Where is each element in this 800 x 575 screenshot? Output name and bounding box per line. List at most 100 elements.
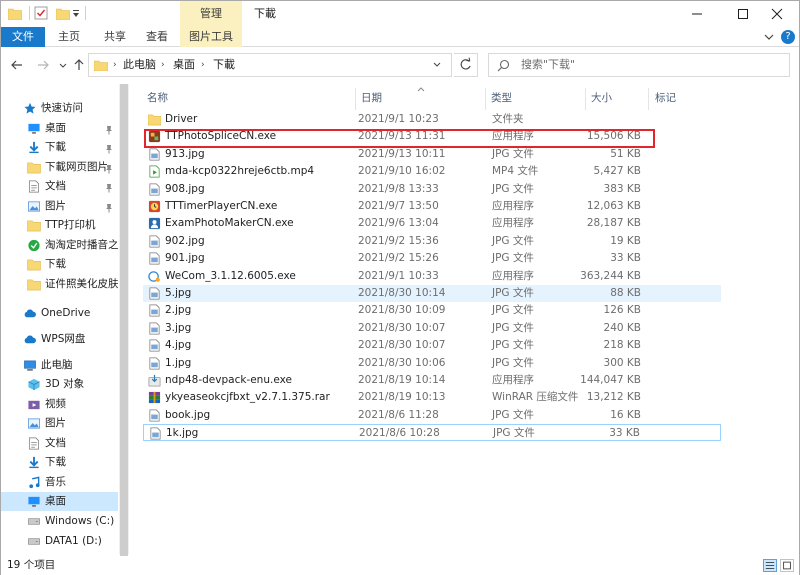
file-row[interactable]: 2.jpg 2021/8/30 10:09 JPG 文件 126 KB (143, 302, 721, 319)
sidebar-item[interactable]: 快速访问 (1, 99, 118, 118)
file-row[interactable]: ykyeaseokcjfbxt_v2.7.1.375.rar 2021/8/19 … (143, 389, 721, 406)
sidebar-item[interactable]: 下載 (1, 138, 118, 157)
breadcrumb-downloads[interactable]: 下載 (213, 54, 235, 76)
sidebar-item[interactable]: 图片 (1, 414, 118, 433)
file-row[interactable]: 1k.jpg 2021/8/6 10:28 JPG 文件 33 KB (143, 424, 721, 442)
sidebar-item[interactable]: 音乐 (1, 473, 118, 492)
tab-file[interactable]: 文件 (1, 27, 45, 47)
minimize-button[interactable] (675, 1, 719, 27)
file-row[interactable]: Driver 2021/9/1 10:23 文件夹 (143, 111, 721, 128)
sidebar-item[interactable]: 视频 (1, 395, 118, 414)
sidebar-item[interactable]: TTP打印机 (1, 216, 118, 235)
jpg-file-icon (148, 339, 161, 352)
file-row[interactable]: mda-kcp0322hreje6ctb.mp4 2021/9/10 16:02 M… (143, 163, 721, 180)
sidebar-item[interactable]: 桌面 (1, 492, 118, 511)
file-size: 363,244 KB (580, 269, 641, 282)
file-row[interactable]: 908.jpg 2021/9/8 13:33 JPG 文件 383 KB (143, 181, 721, 198)
sidebar-item[interactable]: WPS网盘 (1, 330, 118, 349)
address-bar[interactable]: › 此电脑 › 桌面 › 下載 (88, 53, 452, 77)
column-divider[interactable] (585, 88, 586, 110)
column-header-date[interactable]: 日期 (361, 86, 382, 110)
breadcrumb-this-pc[interactable]: 此电脑 (123, 54, 156, 76)
sidebar-item[interactable]: 下载 (1, 255, 118, 274)
file-list-scrollbar[interactable] (783, 83, 799, 557)
desktop-icon (27, 122, 41, 135)
sidebar-item[interactable]: Windows (C:) (1, 512, 118, 531)
details-view-button[interactable] (763, 559, 777, 572)
column-header-name[interactable]: 名称 (147, 86, 168, 110)
tab-picture-tools[interactable]: 图片工具 (180, 27, 242, 47)
column-header-tags[interactable]: 标记 (655, 86, 676, 110)
sidebar-item[interactable]: DATA1 (D:) (1, 532, 118, 551)
title-bar: 管理 下載 (1, 1, 799, 27)
sidebar-item[interactable]: 桌面 (1, 119, 118, 138)
chevron-down-icon[interactable] (763, 31, 775, 43)
new-folder-icon[interactable] (56, 8, 70, 20)
file-size: 383 KB (603, 182, 641, 195)
folder-icon[interactable] (8, 8, 22, 20)
pin-icon (105, 142, 113, 154)
up-arrow-icon[interactable] (71, 57, 87, 73)
properties-icon[interactable] (34, 6, 48, 20)
file-row[interactable]: 5.jpg 2021/8/30 10:14 JPG 文件 88 KB (143, 285, 721, 302)
sidebar-item[interactable]: 3D 对象 (1, 375, 118, 394)
sidebar-item[interactable]: 图片 (1, 197, 118, 216)
tab-home[interactable]: 主页 (51, 27, 87, 47)
sidebar-item-label: 此电脑 (41, 359, 73, 371)
refresh-icon[interactable] (454, 53, 478, 77)
column-divider[interactable] (355, 88, 356, 110)
folder-icon (147, 113, 162, 126)
file-name: ExamPhotoMakerCN.exe (165, 217, 294, 230)
document-icon (27, 180, 41, 193)
file-row[interactable]: TTTimerPlayerCN.exe 2021/9/7 13:50 应用程序 12,… (143, 198, 721, 215)
back-arrow-icon[interactable] (9, 57, 25, 73)
file-type: JPG 文件 (492, 339, 534, 352)
customize-toolbar-icon[interactable] (72, 9, 80, 19)
sidebar-item[interactable]: 下載网页图片 (1, 158, 118, 177)
sidebar-item-label: 3D 对象 (45, 378, 85, 390)
sidebar-item[interactable]: 文档 (1, 434, 118, 453)
file-row[interactable]: WeCom_3.1.12.6005.exe 2021/9/1 10:33 应用程序 3… (143, 268, 721, 285)
file-row[interactable]: ndp48-devpack-enu.exe 2021/8/19 10:14 应用程序… (143, 372, 721, 389)
breadcrumb-separator[interactable]: › (161, 54, 165, 76)
scrollbar-thumb[interactable] (120, 84, 128, 560)
file-row[interactable]: ExamPhotoMakerCN.exe 2021/9/6 13:04 应用程序 28… (143, 215, 721, 232)
file-date: 2021/9/13 10:11 (358, 147, 446, 160)
file-row[interactable]: 901.jpg 2021/9/2 15:26 JPG 文件 33 KB (143, 250, 721, 267)
jpg-file-icon (148, 357, 161, 370)
help-button[interactable]: ? (781, 30, 795, 44)
navigation-pane-scrollbar[interactable] (119, 84, 129, 560)
sidebar-item[interactable]: 证件照美化皮肤 (1, 275, 118, 294)
file-row[interactable]: book.jpg 2021/8/6 11:28 JPG 文件 16 KB (143, 407, 721, 424)
file-row[interactable]: 4.jpg 2021/8/30 10:07 JPG 文件 218 KB (143, 337, 721, 354)
column-header-type[interactable]: 类型 (491, 86, 512, 110)
close-button[interactable] (755, 1, 799, 27)
sidebar-item[interactable]: 淘淘定时播音之星 (1, 236, 118, 255)
tab-share[interactable]: 共享 (97, 27, 133, 47)
address-history-icon[interactable] (433, 62, 441, 68)
large-icons-view-button[interactable] (780, 559, 794, 572)
sidebar-item[interactable]: 文档 (1, 177, 118, 196)
sidebar-item-label: 下載网页图片 (45, 161, 108, 173)
recent-locations-icon[interactable] (59, 57, 67, 73)
sidebar-item[interactable]: 此电脑 (1, 356, 118, 375)
sidebar-item[interactable]: 下载 (1, 453, 118, 472)
file-row[interactable]: 3.jpg 2021/8/30 10:07 JPG 文件 240 KB (143, 320, 721, 337)
computer-icon (23, 359, 37, 372)
tab-view[interactable]: 查看 (139, 27, 175, 47)
sidebar-item[interactable]: OneDrive (1, 304, 118, 323)
file-row[interactable]: 913.jpg 2021/9/13 10:11 JPG 文件 51 KB (143, 146, 721, 163)
file-row[interactable]: 1.jpg 2021/8/30 10:06 JPG 文件 300 KB (143, 355, 721, 372)
column-divider[interactable] (648, 88, 649, 110)
file-name: 902.jpg (165, 234, 205, 247)
breadcrumb-separator[interactable]: › (201, 54, 205, 76)
file-row[interactable]: 902.jpg 2021/9/2 15:36 JPG 文件 19 KB (143, 233, 721, 250)
search-box[interactable]: 搜索"下载" (488, 53, 790, 77)
file-size: 144,047 KB (580, 374, 641, 386)
forward-arrow-icon[interactable] (35, 57, 51, 73)
column-divider[interactable] (485, 88, 486, 110)
column-header-size[interactable]: 大小 (591, 86, 612, 110)
quick-access-separator (29, 6, 30, 20)
breadcrumb-separator[interactable]: › (113, 54, 117, 76)
breadcrumb-desktop[interactable]: 桌面 (173, 54, 195, 76)
